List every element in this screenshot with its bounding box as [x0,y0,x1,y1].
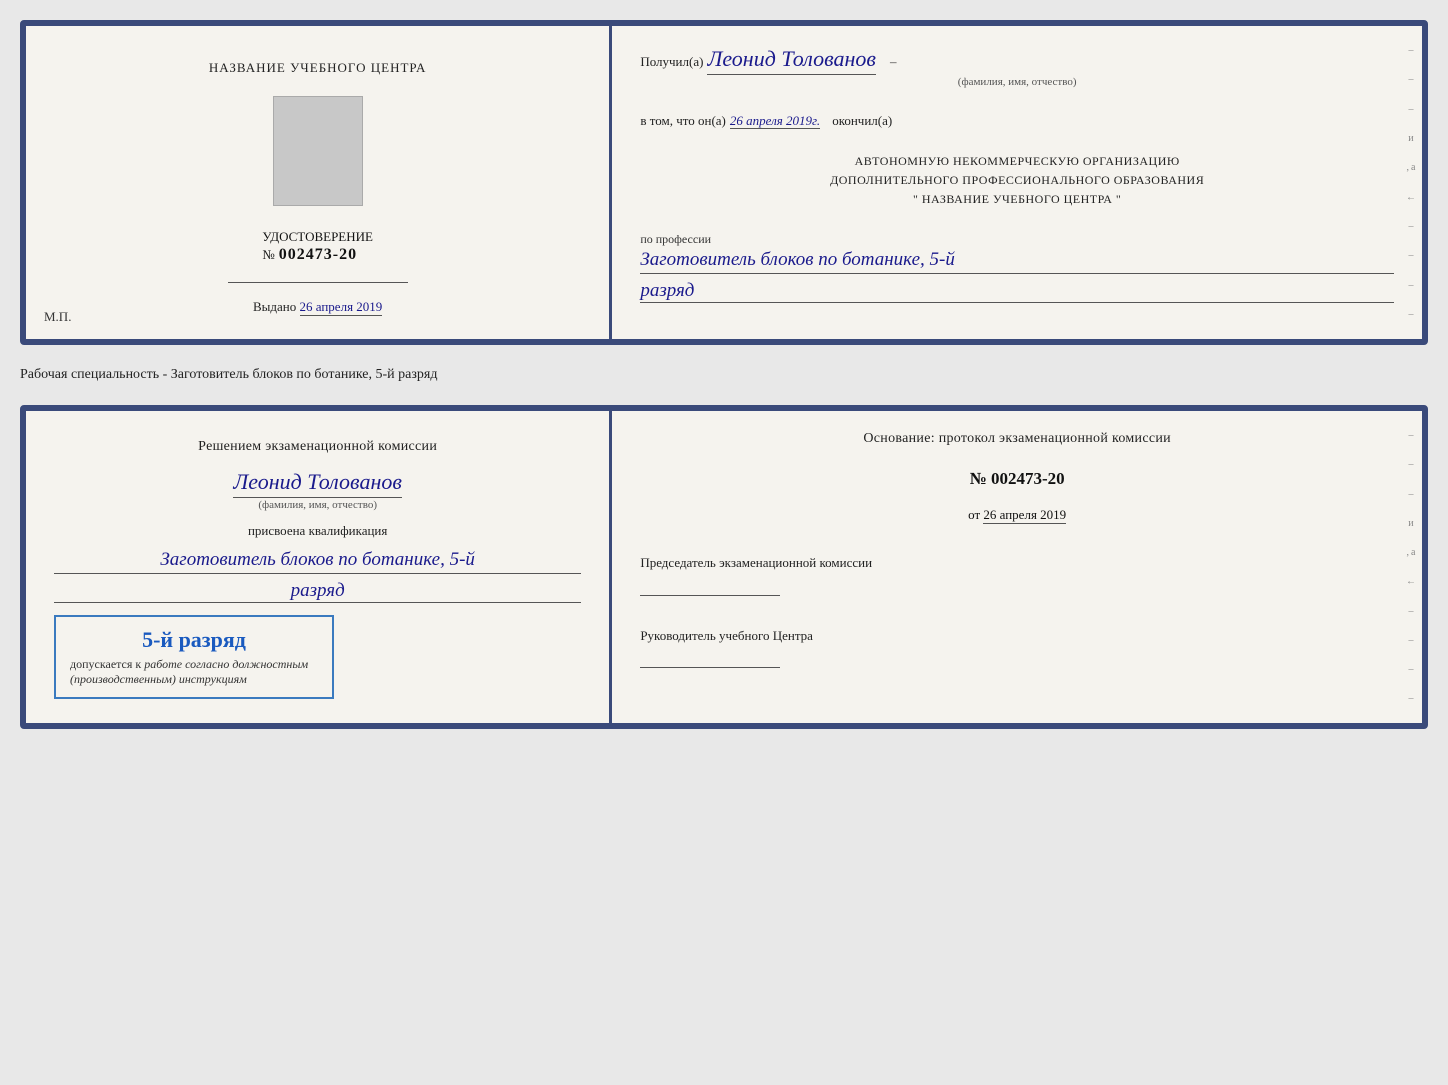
certified-line: в том, что он(а) 26 апреля 2019г. окончи… [640,112,1394,130]
certified-prefix: в том, что он(а) [640,113,726,128]
top-doc-title: НАЗВАНИЕ УЧЕБНОГО ЦЕНТРА [209,60,426,76]
issued-line: Выдано 26 апреля 2019 [253,299,382,315]
cert-number: 002473-20 [279,246,357,263]
certified-suffix: окончил(а) [832,113,892,128]
osnov-number-block: № 002473-20 [640,469,1394,489]
stamp-main: 5-й разряд [70,627,318,653]
stamp-sub-text: допускается к [70,657,141,671]
razryad-value: разряд [640,280,1394,303]
profession-label: по профессии [640,232,1394,247]
director-block: Руководитель учебного Центра [640,626,1394,669]
cert-number-prefix: № [262,247,274,262]
profession-block: по профессии Заготовитель блоков по бота… [640,232,1394,304]
page-wrapper: НАЗВАНИЕ УЧЕБНОГО ЦЕНТРА УДОСТОВЕРЕНИЕ №… [20,20,1428,729]
stamp-sub: допускается к работе согласно должностны… [70,657,318,687]
profession-value: Заготовитель блоков по ботанике, 5-й [640,247,1394,275]
osnov-number-prefix: № [970,469,987,488]
date-prefix: от [968,507,980,522]
right-strip-bottom: –––и,а←–––– [1406,421,1418,713]
org-line3: " НАЗВАНИЕ УЧЕБНОГО ЦЕНТРА " [640,190,1394,209]
decision-label: Решением экзаменационной комиссии [198,439,437,454]
chairman-sign-line [640,595,780,596]
assigned-label: присвоена квалификация [54,523,581,539]
assigned-block: присвоена квалификация Заготовитель блок… [54,523,581,604]
director-label-text: Руководитель учебного Центра [640,626,1394,646]
org-line1: АВТОНОМНУЮ НЕКОММЕРЧЕСКУЮ ОРГАНИЗАЦИЮ [640,152,1394,171]
bottom-document: Решением экзаменационной комиссии Леонид… [20,405,1428,729]
cert-number-block: УДОСТОВЕРЕНИЕ № 002473-20 [262,228,373,264]
chairman-block: Председатель экзаменационной комиссии [640,553,1394,596]
specialty-label: Рабочая специальность - Заготовитель бло… [20,363,1428,387]
chairman-label-text: Председатель экзаменационной комиссии [640,553,1394,573]
bottom-doc-right: Основание: протокол экзаменационной коми… [612,411,1422,723]
top-document: НАЗВАНИЕ УЧЕБНОГО ЦЕНТРА УДОСТОВЕРЕНИЕ №… [20,20,1428,345]
osnov-number: 002473-20 [991,469,1065,488]
issued-label: Выдано [253,299,296,314]
right-strip-top: –––и,а←–––– [1406,36,1418,329]
received-prefix: Получил(а) [640,54,703,69]
dash: – [890,54,897,69]
osnov-label: Основание: протокол экзаменационной коми… [640,431,1394,447]
bottom-doc-left: Решением экзаменационной комиссии Леонид… [26,411,612,723]
certified-date: 26 апреля 2019г. [730,113,820,129]
received-name: Леонид Толованов [707,46,876,75]
stamp-box: 5-й разряд допускается к работе согласно… [54,615,334,699]
osnov-date-block: от 26 апреля 2019 [640,507,1394,523]
cert-photo [273,96,363,206]
top-doc-right: Получил(а) Леонид Толованов – (фамилия, … [612,26,1422,339]
osnov-date-value: 26 апреля 2019 [983,507,1066,524]
decision-text: Решением экзаменационной комиссии [54,435,581,459]
cert-label: УДОСТОВЕРЕНИЕ [262,229,373,244]
fio-label-bottom: (фамилия, имя, отчество) [54,499,581,511]
fio-label-top: (фамилия, имя, отчество) [640,76,1394,88]
qual-razryad-value: разряд [54,580,581,603]
org-block: АВТОНОМНУЮ НЕКОММЕРЧЕСКУЮ ОРГАНИЗАЦИЮ ДО… [640,152,1394,210]
received-block: Получил(а) Леонид Толованов – (фамилия, … [640,46,1394,88]
top-doc-left: НАЗВАНИЕ УЧЕБНОГО ЦЕНТРА УДОСТОВЕРЕНИЕ №… [26,26,612,339]
qual-profession-value: Заготовитель блоков по ботанике, 5-й [54,547,581,575]
issued-date: 26 апреля 2019 [300,299,383,316]
mp-label: М.П. [44,309,71,325]
qual-person-name: Леонид Толованов [233,469,402,498]
org-line2: ДОПОЛНИТЕЛЬНОГО ПРОФЕССИОНАЛЬНОГО ОБРАЗО… [640,171,1394,190]
qual-name-block: Леонид Толованов (фамилия, имя, отчество… [54,465,581,511]
director-sign-line [640,667,780,668]
